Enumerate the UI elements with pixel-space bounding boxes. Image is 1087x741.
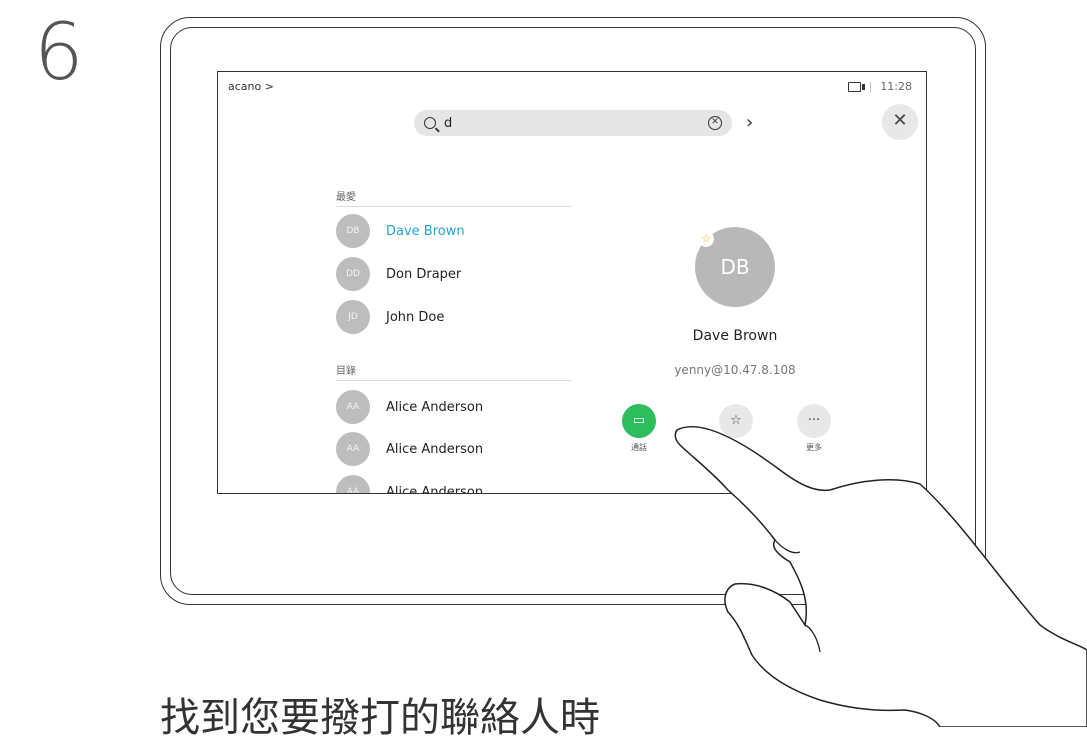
call-action[interactable]: ▭ 通話 [609, 404, 669, 453]
detail-name: Dave Brown [692, 328, 778, 344]
list-item[interactable]: DD Don Draper [336, 257, 462, 291]
detail-address: yenny@10.47.8.108 [674, 363, 796, 377]
chevron-right-icon[interactable]: › [746, 112, 753, 133]
search-bar[interactable]: ✕ [414, 110, 732, 136]
step-number: 6 [34, 8, 84, 98]
avatar: JD [336, 300, 370, 334]
contact-name: Alice Anderson [386, 441, 484, 457]
section-directory: 目錄 [336, 362, 572, 381]
star-icon[interactable]: ☆ [719, 404, 753, 438]
more-label: 更多 [806, 443, 822, 452]
call-label: 通話 [631, 443, 647, 452]
list-item[interactable]: JD John Doe [336, 300, 445, 334]
contact-name: Dave Brown [386, 223, 465, 239]
camera-status-icon [847, 81, 865, 92]
avatar: DD [336, 257, 370, 291]
more-action[interactable]: ··· 更多 [784, 404, 844, 453]
more-icon[interactable]: ··· [797, 404, 831, 438]
avatar: DB [336, 214, 370, 248]
hand-fold-line [804, 624, 821, 653]
list-item[interactable]: DB Dave Brown [336, 214, 465, 248]
contact-name: John Doe [386, 309, 445, 325]
clock: 11:28 [880, 80, 912, 93]
caption: 找到您要撥打的聯絡人時 [160, 695, 600, 741]
section-favorites: 最愛 [336, 188, 572, 207]
status-separator: | [868, 80, 873, 93]
contact-name: Alice Anderson [386, 399, 484, 415]
favorite-star-icon: ☆ [698, 231, 714, 247]
breadcrumb[interactable]: acano > [228, 80, 274, 93]
touch-screen: acano > | 11:28 ✕ › ✕ 最愛 DB Dave Brown D… [217, 71, 927, 494]
avatar: AA [336, 390, 370, 424]
list-item[interactable]: AA Alice Anderson [336, 390, 484, 424]
favorite-action[interactable]: ☆ [706, 404, 766, 438]
avatar: AA [336, 432, 370, 466]
list-item[interactable]: AA Alice Anderson [336, 475, 484, 494]
contact-name: Alice Anderson [386, 484, 484, 494]
avatar: AA [336, 475, 370, 493]
close-button[interactable]: ✕ [882, 104, 918, 140]
list-item[interactable]: AA Alice Anderson [336, 432, 484, 466]
search-icon [424, 117, 436, 129]
search-input[interactable] [444, 115, 708, 131]
contact-name: Don Draper [386, 266, 462, 282]
camera-icon[interactable]: ▭ [622, 404, 656, 438]
status-bar: | 11:28 [847, 80, 912, 93]
clear-search-icon[interactable]: ✕ [708, 116, 722, 130]
